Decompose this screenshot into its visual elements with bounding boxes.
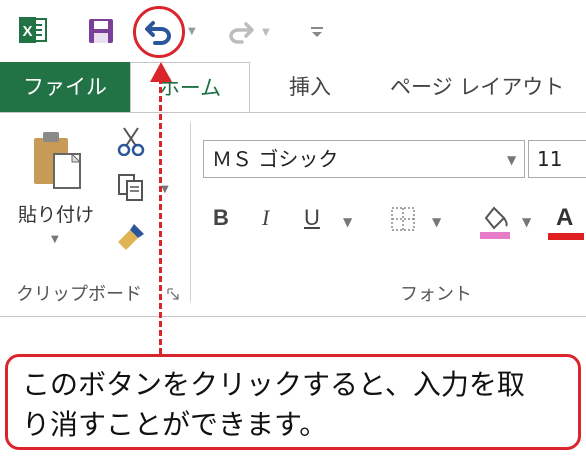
excel-icon[interactable]: X [18, 16, 48, 44]
undo-dropdown-icon[interactable]: ▼ [188, 26, 196, 37]
font-group-label: フォント [400, 284, 472, 305]
clipboard-group-label: クリップボード [16, 284, 142, 305]
tab-file[interactable]: ファイル [0, 62, 130, 112]
callout-pointer-line [159, 78, 162, 354]
italic-button[interactable]: I [262, 205, 269, 231]
undo-icon[interactable] [143, 17, 175, 45]
paste-dropdown-icon[interactable]: ▼ [51, 234, 59, 245]
save-icon[interactable] [87, 17, 115, 45]
group-separator [190, 122, 191, 302]
fill-color-dropdown-icon[interactable]: ▼ [522, 215, 531, 229]
font-size-combobox[interactable]: 11 [528, 140, 586, 178]
format-painter-icon[interactable] [116, 220, 148, 252]
ribbon-tabs: ファイル ホーム 挿入 ページ レイアウト [0, 62, 586, 114]
callout-text-line1: このボタンをクリックすると、入力を取 [22, 368, 525, 401]
font-color-swatch [548, 233, 584, 240]
customize-qat-icon[interactable] [310, 24, 324, 38]
font-color-button[interactable]: A [548, 204, 584, 240]
callout-arrowhead [150, 62, 172, 82]
paste-label: 貼り付け [17, 204, 94, 226]
clipboard-launcher-icon[interactable] [167, 285, 179, 300]
quick-access-toolbar: X ▼ ▼ [0, 0, 586, 62]
tab-page-layout[interactable]: ページ レイアウト [390, 62, 586, 112]
copy-dropdown-icon[interactable]: ▼ [161, 184, 169, 195]
redo-icon[interactable] [226, 20, 256, 44]
redo-dropdown-icon[interactable]: ▼ [262, 27, 270, 38]
border-icon[interactable] [390, 206, 416, 232]
fill-color-icon[interactable] [478, 202, 512, 240]
svg-text:X: X [22, 23, 32, 40]
callout-text-line2: り消すことができます。 [22, 408, 328, 441]
font-name-combobox[interactable]: ＭＳ ゴシック [203, 140, 525, 178]
cut-icon[interactable] [116, 126, 146, 157]
font-name-dropdown-icon[interactable]: ▼ [507, 153, 516, 167]
copy-icon[interactable] [116, 172, 146, 202]
paste-button[interactable]: 貼り付け ▼ [12, 124, 100, 254]
bold-button[interactable]: B [213, 205, 229, 231]
callout-box: このボタンをクリックすると、入力を取 り消すことができます。 [5, 354, 581, 450]
border-dropdown-icon[interactable]: ▼ [432, 215, 441, 229]
tab-insert[interactable]: 挿入 [280, 62, 340, 112]
underline-dropdown-icon[interactable]: ▼ [343, 215, 352, 229]
font-color-letter: A [556, 204, 574, 231]
tab-home[interactable]: ホーム [130, 62, 250, 114]
underline-button[interactable]: U [304, 205, 320, 231]
paste-icon [32, 128, 82, 192]
